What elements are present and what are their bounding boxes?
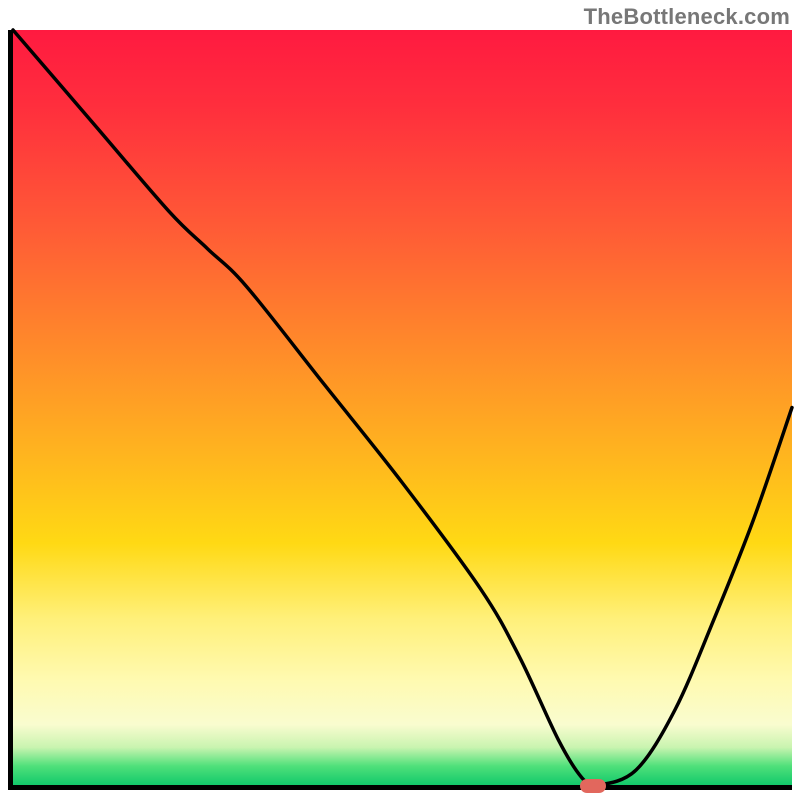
chart-container: TheBottleneck.com <box>0 0 800 800</box>
minimum-marker <box>580 779 606 793</box>
plot-area <box>8 30 792 790</box>
watermark-text: TheBottleneck.com <box>584 4 790 30</box>
bottleneck-curve <box>13 30 792 785</box>
